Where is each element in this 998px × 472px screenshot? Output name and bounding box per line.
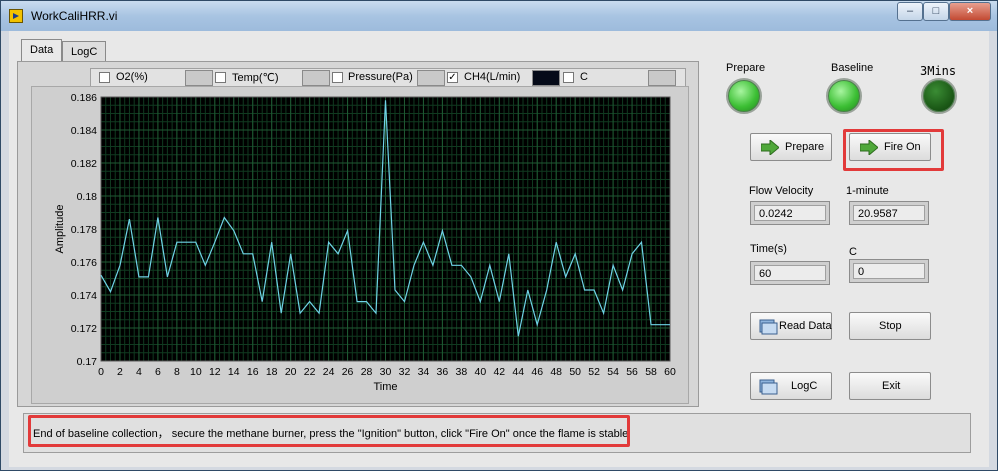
stop-button-label: Stop xyxy=(879,320,902,332)
x-tick-label: 58 xyxy=(645,366,657,378)
y-axis-label: Amplitude xyxy=(54,205,66,254)
x-tick-label: 26 xyxy=(342,366,354,378)
one-minute-label: 1-minute xyxy=(846,185,889,197)
x-tick-label: 6 xyxy=(155,366,161,378)
x-tick-label: 48 xyxy=(550,366,562,378)
y-tick-label: 0.186 xyxy=(71,92,97,104)
x-tick-label: 0 xyxy=(98,366,104,378)
flow-velocity-value: 0.0242 xyxy=(754,205,826,221)
read-data-button-label: Read Data xyxy=(779,320,832,332)
x-tick-label: 20 xyxy=(285,366,297,378)
x-tick-label: 18 xyxy=(266,366,278,378)
x-tick-label: 30 xyxy=(380,366,392,378)
x-tick-label: 54 xyxy=(607,366,619,378)
fire-on-button-label: Fire On xyxy=(884,141,921,153)
time-value: 60 xyxy=(754,265,826,281)
x-tick-label: 40 xyxy=(474,366,486,378)
logc-button[interactable]: LogC xyxy=(750,372,832,400)
x-tick-label: 32 xyxy=(399,366,411,378)
x-tick-label: 24 xyxy=(323,366,335,378)
y-tick-label: 0.17 xyxy=(77,356,98,368)
one-minute-value: 20.9587 xyxy=(853,205,925,221)
exit-button[interactable]: Exit xyxy=(849,372,931,400)
status-message: End of baseline collection， secure the m… xyxy=(33,428,629,440)
time-label: Time(s) xyxy=(750,243,787,255)
y-tick-label: 0.178 xyxy=(71,224,97,236)
prepare-button[interactable]: Prepare xyxy=(750,133,832,161)
y-tick-label: 0.176 xyxy=(71,257,97,269)
baseline-led xyxy=(826,78,862,114)
x-tick-label: 28 xyxy=(361,366,373,378)
green-arrow-icon xyxy=(860,140,878,155)
c-label: C xyxy=(849,246,857,258)
y-tick-label: 0.172 xyxy=(71,323,97,335)
c-indicator: 0 xyxy=(849,259,929,283)
logc-button-label: LogC xyxy=(791,380,818,392)
y-tick-label: 0.174 xyxy=(71,290,97,302)
app-window: WorkCaliHRR.vi – □ × Data LogC O2(%) Tem… xyxy=(0,0,998,471)
status-message-box: End of baseline collection， secure the m… xyxy=(23,413,971,453)
prepare-indicator-label: Prepare xyxy=(726,62,766,74)
folder-icon xyxy=(759,319,778,335)
flow-velocity-indicator: 0.0242 xyxy=(750,201,830,225)
x-tick-label: 56 xyxy=(626,366,638,378)
x-tick-label: 14 xyxy=(228,366,240,378)
x-tick-label: 8 xyxy=(174,366,180,378)
x-tick-label: 52 xyxy=(588,366,600,378)
x-tick-label: 4 xyxy=(136,366,142,378)
x-tick-label: 22 xyxy=(304,366,316,378)
y-tick-label: 0.18 xyxy=(77,191,98,203)
three-mins-led xyxy=(921,78,957,114)
x-tick-label: 38 xyxy=(456,366,468,378)
x-tick-label: 36 xyxy=(437,366,449,378)
baseline-indicator-label: Baseline xyxy=(831,62,874,74)
x-tick-label: 42 xyxy=(493,366,505,378)
read-data-button[interactable]: Read Data xyxy=(750,312,832,340)
time-indicator: 60 xyxy=(750,261,830,285)
x-tick-label: 34 xyxy=(418,366,430,378)
x-tick-label: 46 xyxy=(531,366,543,378)
flow-velocity-label: Flow Velocity xyxy=(749,185,814,197)
x-tick-label: 12 xyxy=(209,366,221,378)
prepare-led xyxy=(726,78,762,114)
x-tick-label: 44 xyxy=(512,366,524,378)
exit-button-label: Exit xyxy=(882,380,901,392)
three-mins-indicator-label: 3Mins xyxy=(920,64,957,78)
fire-on-button[interactable]: Fire On xyxy=(849,133,931,161)
folder-icon xyxy=(759,379,778,395)
green-arrow-icon xyxy=(761,140,779,155)
one-minute-indicator: 20.9587 xyxy=(849,201,929,225)
stop-button[interactable]: Stop xyxy=(849,312,931,340)
y-tick-label: 0.184 xyxy=(71,125,97,137)
x-tick-label: 50 xyxy=(569,366,581,378)
x-tick-label: 2 xyxy=(117,366,123,378)
prepare-button-label: Prepare xyxy=(785,141,825,153)
c-value: 0 xyxy=(853,263,925,279)
x-tick-label: 10 xyxy=(190,366,202,378)
y-tick-label: 0.182 xyxy=(71,158,97,170)
x-tick-label: 60 xyxy=(664,366,676,378)
x-axis-label: Time xyxy=(373,381,397,393)
x-tick-label: 16 xyxy=(247,366,259,378)
